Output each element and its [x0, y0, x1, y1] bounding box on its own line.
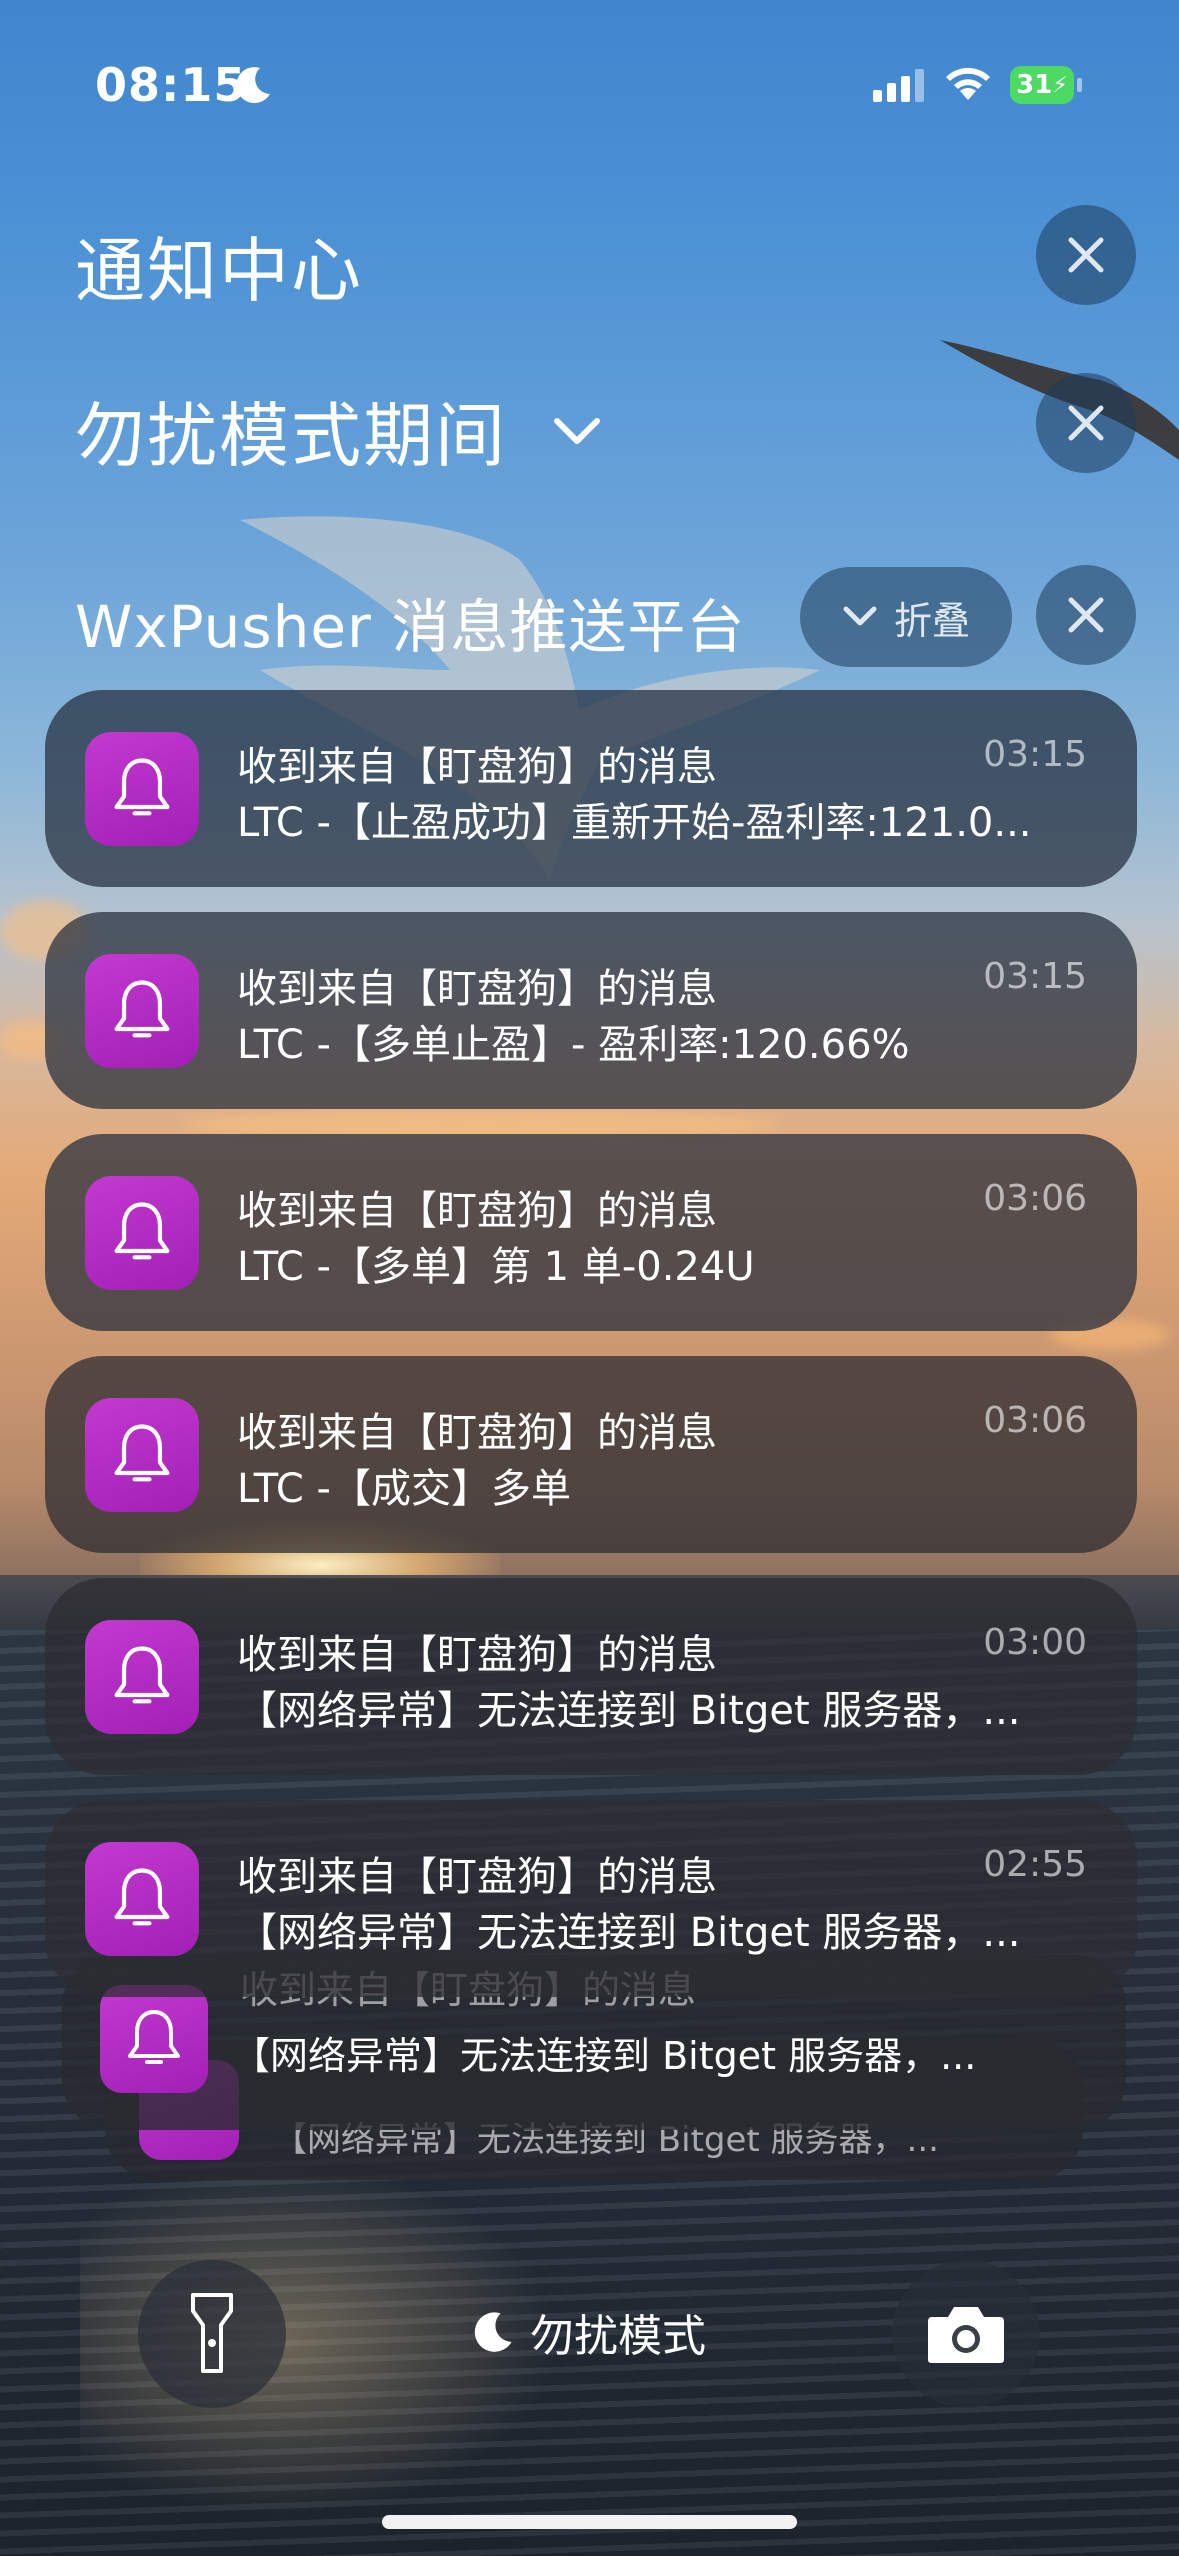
- bell-icon: [114, 1868, 170, 1926]
- focus-mode-indicator[interactable]: 勿扰模式: [470, 2300, 706, 2364]
- clear-group-button[interactable]: [1036, 565, 1136, 665]
- notification-card[interactable]: 收到来自【盯盘狗】的消息【网络异常】无法连接到 Bitget 服务器，... 02…: [45, 1800, 1137, 1997]
- chevron-down-icon: [843, 606, 877, 626]
- battery-level: 31: [1016, 70, 1053, 100]
- home-indicator[interactable]: [382, 2515, 797, 2529]
- notification-time: 03:00: [983, 1622, 1087, 1663]
- moon-icon: [236, 67, 270, 104]
- notification-title: 收到来自【盯盘狗】的消息: [237, 1410, 717, 1456]
- moon-icon: [474, 2312, 512, 2352]
- notification-time: 03:15: [983, 734, 1087, 775]
- notification-body: LTC -【多单】第 1 单-0.24U: [237, 1244, 755, 1290]
- camera-icon: [928, 2307, 1004, 2363]
- bell-icon: [114, 1202, 170, 1260]
- close-icon: [1068, 405, 1104, 441]
- group-app-name: WxPusher 消息推送平台: [75, 593, 746, 661]
- notification-body: LTC -【成交】多单: [237, 1466, 571, 1512]
- clear-all-button[interactable]: [1036, 205, 1136, 305]
- wifi-icon: [946, 67, 990, 100]
- flashlight-icon: [191, 2293, 233, 2373]
- notification-body: LTC -【多单止盈】- 盈利率:120.66%: [237, 1022, 910, 1068]
- close-icon: [1068, 597, 1104, 633]
- focus-mode-heading[interactable]: 勿扰模式期间: [75, 380, 607, 481]
- collapse-button[interactable]: 折叠: [800, 567, 1012, 667]
- focus-mode-label: 勿扰模式: [530, 2311, 706, 2362]
- notification-body: 【网络异常】无法连接到 Bitget 服务器，...: [237, 1910, 1021, 1956]
- clear-focus-button[interactable]: [1036, 373, 1136, 473]
- notification-card[interactable]: 收到来自【盯盘狗】的消息 LTC -【止盈成功】重新开始-盈利率:121.0...…: [45, 690, 1137, 887]
- notification-title: 收到来自【盯盘狗】的消息: [237, 1632, 717, 1678]
- notification-card[interactable]: 收到来自【盯盘狗】的消息 LTC -【成交】多单 03:06: [45, 1356, 1137, 1553]
- notification-card[interactable]: 收到来自【盯盘狗】的消息【网络异常】无法连接到 Bitget 服务器，... 03…: [45, 1578, 1137, 1775]
- notification-time: 03:06: [983, 1400, 1087, 1441]
- battery-nub: [1077, 78, 1082, 92]
- bell-icon: [114, 1646, 170, 1704]
- app-icon: [85, 1398, 199, 1512]
- collapse-label: 折叠: [893, 598, 970, 643]
- cellular-signal-icon: [873, 69, 924, 102]
- flashlight-button[interactable]: [138, 2260, 286, 2408]
- notification-title: 收到来自【盯盘狗】的消息: [237, 966, 717, 1012]
- notification-card[interactable]: 收到来自【盯盘狗】的消息 LTC -【多单】第 1 单-0.24U 03:06: [45, 1134, 1137, 1331]
- notification-card[interactable]: 收到来自【盯盘狗】的消息 LTC -【多单止盈】- 盈利率:120.66% 03:1…: [45, 912, 1137, 1109]
- notification-title: 收到来自【盯盘狗】的消息: [237, 1854, 717, 1900]
- app-icon: [85, 954, 199, 1068]
- app-icon: [85, 1842, 199, 1956]
- notification-title: 收到来自【盯盘狗】的消息: [237, 744, 717, 790]
- notification-body: LTC -【止盈成功】重新开始-盈利率:121.0...: [237, 800, 1032, 846]
- bell-icon: [114, 758, 170, 816]
- chevron-down-icon: [554, 417, 600, 444]
- bell-icon: [114, 980, 170, 1038]
- app-icon: [85, 1620, 199, 1734]
- app-icon: [85, 1176, 199, 1290]
- bell-icon: [128, 2010, 180, 2064]
- notification-time: 03:06: [983, 1178, 1087, 1219]
- camera-button[interactable]: [892, 2260, 1040, 2408]
- battery-indicator: 31 ⚡: [1010, 66, 1074, 104]
- bell-icon: [114, 1424, 170, 1482]
- notification-time: 02:55: [983, 1844, 1087, 1885]
- app-icon: [85, 732, 199, 846]
- app-icon: [100, 1985, 208, 2093]
- status-time: 08:15: [95, 58, 247, 112]
- close-icon: [1068, 237, 1104, 273]
- notification-body: 【网络异常】无法连接到 Bitget 服务器，...: [232, 2034, 977, 2078]
- status-bar: 08:15 31 ⚡: [0, 0, 1179, 170]
- notification-body: 【网络异常】无法连接到 Bitget 服务器，...: [237, 1688, 1021, 1734]
- notification-time: 03:15: [983, 956, 1087, 997]
- focus-mode-heading-label: 勿扰模式期间: [75, 395, 507, 477]
- notification-title: 收到来自【盯盘狗】的消息: [237, 1188, 717, 1234]
- page-title: 通知中心: [75, 230, 363, 312]
